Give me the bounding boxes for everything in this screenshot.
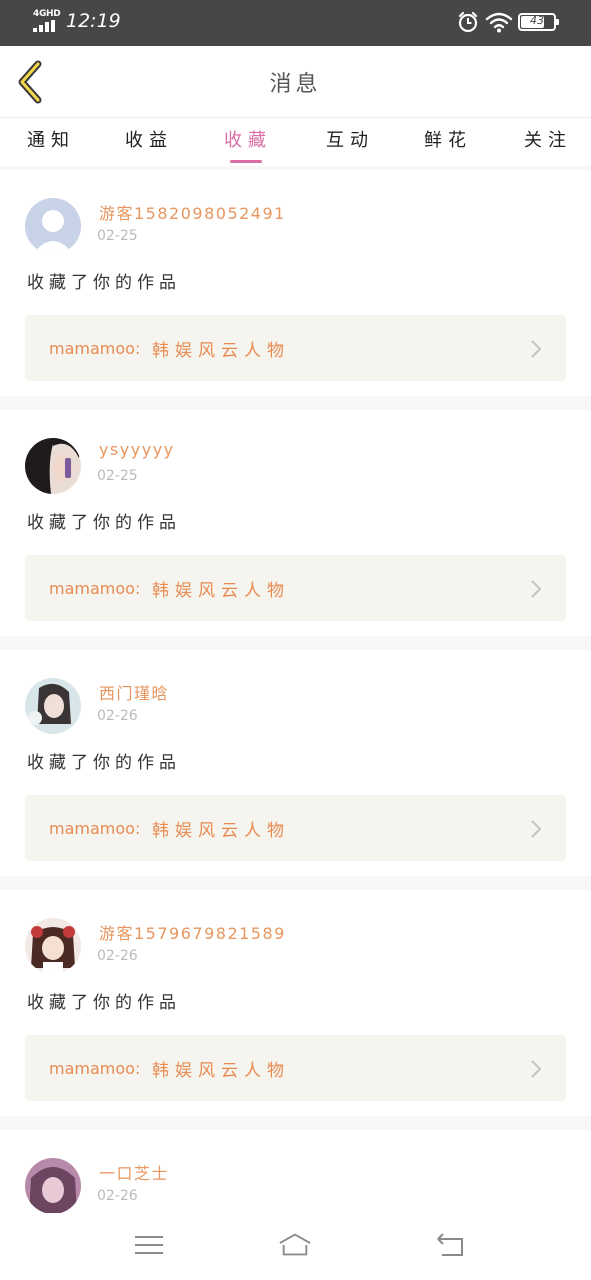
username[interactable]: 一口芝士 xyxy=(99,1160,169,1184)
tab-earnings[interactable]: 收益 xyxy=(125,126,173,152)
tab-bar: 通知 收益 收藏 互动 鲜花 关注 xyxy=(0,118,591,166)
work-title: 韩娱风云人物 xyxy=(152,581,290,601)
list-item[interactable]: ysyyyyy 02-25 收藏了你的作品 mamamoo: 韩娱风云人物 xyxy=(0,410,591,634)
wifi-icon xyxy=(485,12,513,33)
message-text: 收藏了你的作品 xyxy=(27,513,181,533)
user-avatar[interactable] xyxy=(25,1158,81,1214)
list-item[interactable]: 一口芝士 02-26 xyxy=(0,1130,591,1214)
work-link[interactable]: mamamoo: 韩娱风云人物 xyxy=(25,795,566,861)
work-author: mamamoo: xyxy=(49,819,141,838)
chevron-right-icon xyxy=(531,580,542,598)
list-item[interactable]: 西门瑾晗 02-26 收藏了你的作品 mamamoo: 韩娱风云人物 xyxy=(0,650,591,874)
user-avatar[interactable] xyxy=(25,918,81,974)
tab-following[interactable]: 关注 xyxy=(524,126,572,152)
work-link[interactable]: mamamoo: 韩娱风云人物 xyxy=(25,315,566,381)
menu-icon[interactable] xyxy=(132,1231,166,1259)
work-title: 韩娱风云人物 xyxy=(152,1061,290,1081)
battery-icon: 43 xyxy=(518,13,559,31)
message-date: 02-26 xyxy=(97,1188,138,1204)
message-text: 收藏了你的作品 xyxy=(27,993,181,1013)
top-app-bar: 消息 xyxy=(0,46,591,118)
work-author: mamamoo: xyxy=(49,579,141,598)
default-avatar-icon[interactable] xyxy=(25,198,81,254)
username[interactable]: ysyyyyy xyxy=(99,440,175,459)
tab-flowers[interactable]: 鲜花 xyxy=(424,126,472,152)
tab-favorites[interactable]: 收藏 xyxy=(224,126,272,152)
message-date: 02-25 xyxy=(97,228,138,244)
message-date: 02-26 xyxy=(97,708,138,724)
list-item[interactable]: 游客15820980524​91 02-25 收藏了你的作品 mamamoo: … xyxy=(0,170,591,394)
username[interactable]: 游客1579679821589 xyxy=(99,920,286,944)
work-link[interactable]: mamamoo: 韩娱风云人物 xyxy=(25,1035,566,1101)
message-text: 收藏了你的作品 xyxy=(27,753,181,773)
signal-icon xyxy=(33,20,55,32)
work-author: mamamoo: xyxy=(49,339,141,358)
work-title: 韩娱风云人物 xyxy=(152,341,290,361)
user-avatar[interactable] xyxy=(25,438,81,494)
work-link[interactable]: mamamoo: 韩娱风云人物 xyxy=(25,555,566,621)
work-author: mamamoo: xyxy=(49,1059,141,1078)
chevron-right-icon xyxy=(531,820,542,838)
username[interactable]: 游客15820980524​91 xyxy=(99,200,286,224)
clock: 12:19 xyxy=(66,10,121,32)
battery-level: 43 xyxy=(530,14,544,27)
username[interactable]: 西门瑾晗 xyxy=(99,680,169,704)
home-icon[interactable] xyxy=(278,1231,312,1259)
chevron-right-icon xyxy=(531,340,542,358)
alarm-icon xyxy=(458,11,478,33)
system-nav-bar xyxy=(0,1213,591,1280)
work-title: 韩娱风云人物 xyxy=(152,821,290,841)
user-avatar[interactable] xyxy=(25,678,81,734)
page-title: 消息 xyxy=(269,72,322,97)
list-item[interactable]: 游客1579679821589 02-26 收藏了你的作品 mamamoo: 韩… xyxy=(0,890,591,1114)
tab-interactions[interactable]: 互动 xyxy=(326,126,374,152)
message-date: 02-26 xyxy=(97,948,138,964)
status-bar: 4GHD 12:19 43 xyxy=(0,0,591,46)
active-tab-indicator xyxy=(230,160,262,163)
chevron-right-icon xyxy=(531,1060,542,1078)
tab-notifications[interactable]: 通知 xyxy=(27,126,75,152)
back-icon[interactable] xyxy=(434,1231,468,1259)
message-date: 02-25 xyxy=(97,468,138,484)
network-type: 4GHD xyxy=(33,9,61,19)
message-text: 收藏了你的作品 xyxy=(27,273,181,293)
